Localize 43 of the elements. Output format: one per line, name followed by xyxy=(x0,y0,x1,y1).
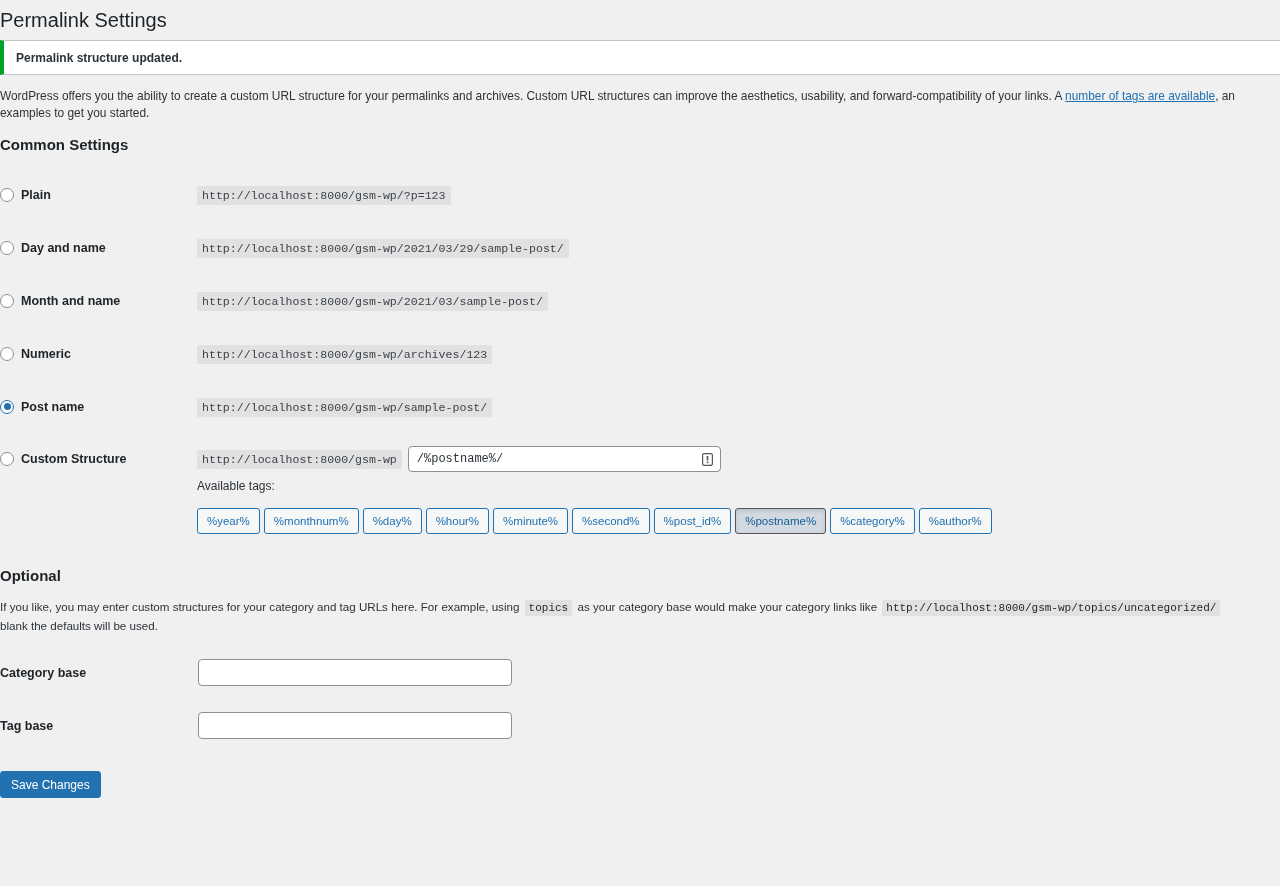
option-label: Month and name xyxy=(21,293,121,308)
url-prefix: http://localhost:8000/gsm-wp xyxy=(197,449,402,469)
radio-button[interactable] xyxy=(0,399,14,414)
option-label: Day and name xyxy=(21,240,106,255)
tag-button[interactable]: %post_id% xyxy=(653,508,732,534)
tag-button[interactable]: %category% xyxy=(830,508,915,534)
example-url: http://localhost:8000/gsm-wp/archives/123 xyxy=(197,344,493,364)
example-url: http://localhost:8000/gsm-wp/2021/03/sample-post/ xyxy=(197,291,548,311)
tag-button[interactable]: %minute% xyxy=(493,508,569,534)
section-heading: Common Settings xyxy=(0,135,129,155)
radio-button[interactable] xyxy=(0,187,14,202)
option-label: Custom Structure xyxy=(21,452,127,466)
tag-button[interactable]: %monthnum% xyxy=(263,508,359,534)
save-button[interactable]: Save Changes xyxy=(0,771,101,798)
example-url: http://localhost:8000/gsm-wp/sample-post/ xyxy=(197,397,493,417)
radio-button[interactable] xyxy=(0,452,14,466)
input-field[interactable] xyxy=(198,659,512,686)
tag-button[interactable]: %author% xyxy=(918,508,992,534)
optional-description: If you like, you may enter custom structures for your category and tag URLs here. For example, using topics as your category base would make your category links like http://localhost:8000/gsm-wp/topics/uncategorized/ blank the defaults will be used. xyxy=(0,598,1280,635)
option-label: Post name xyxy=(21,399,85,414)
available-tags-label: Available tags: xyxy=(197,478,275,494)
example-url: http://localhost:8000/gsm-wp/?p=123 xyxy=(197,185,451,205)
page-title: Permalink Settings xyxy=(0,8,167,33)
input-field[interactable] xyxy=(198,712,512,739)
tag-button[interactable]: %hour% xyxy=(425,508,490,534)
tags-link[interactable]: number of tags are available xyxy=(1065,89,1216,103)
field-label: Category base xyxy=(0,665,87,680)
radio-button[interactable] xyxy=(0,293,14,308)
tag-button[interactable]: %year% xyxy=(197,508,260,534)
section-heading: Optional xyxy=(0,566,61,586)
option-label: Plain xyxy=(21,187,51,202)
custom-structure-field[interactable]: /%postname%/ xyxy=(407,446,721,472)
field-label: Tag base xyxy=(0,718,54,733)
radio-button[interactable] xyxy=(0,346,14,361)
intro-paragraph: WordPress offers you the ability to create a custom URL structure for your permalinks and archives. Custom URL structures can improve the aesthetics, usability, and forward-compatibility of your links. A number of tags are available, an examples to get you started. xyxy=(0,88,1236,122)
tag-button[interactable]: %second% xyxy=(572,508,650,534)
example-url: http://localhost:8000/gsm-wp/2021/03/29/sample-post/ xyxy=(197,238,569,258)
radio-button[interactable] xyxy=(0,240,14,255)
option-label: Numeric xyxy=(21,346,72,361)
tag-button[interactable]: %postname% xyxy=(735,508,827,534)
notice-message: Permalink structure updated. xyxy=(16,50,183,65)
tag-button[interactable]: %day% xyxy=(362,508,422,534)
exclamation-box-icon xyxy=(701,453,713,466)
